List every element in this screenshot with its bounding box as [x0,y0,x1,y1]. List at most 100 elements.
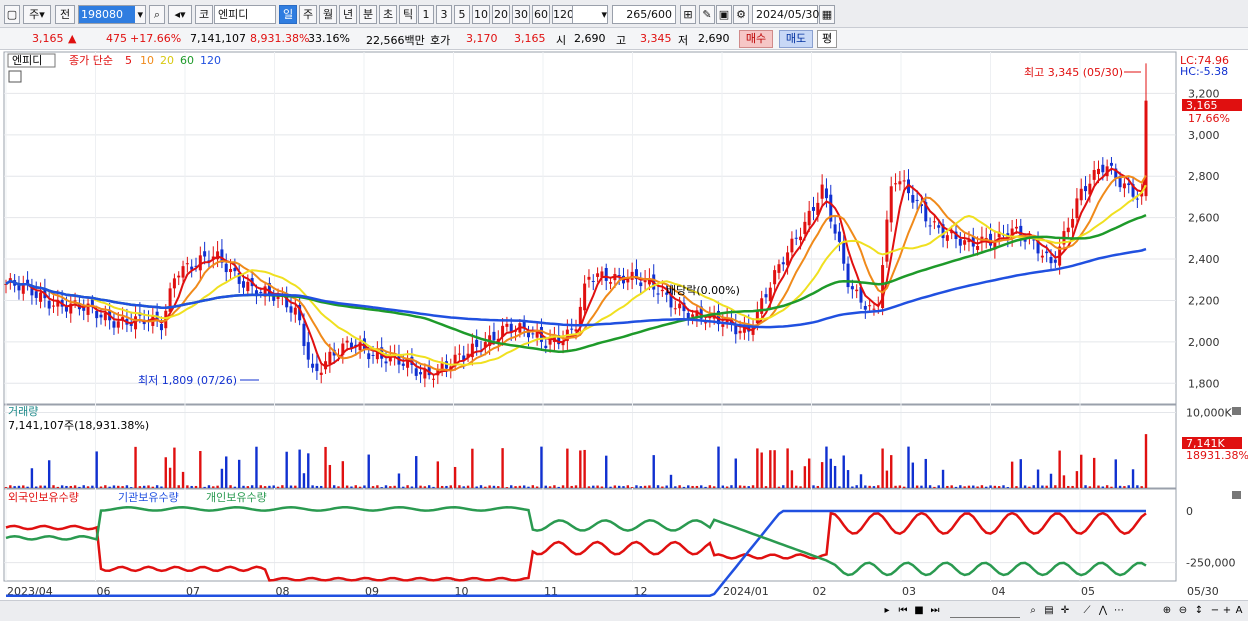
stock-code-input[interactable]: 198080 ▾ [78,5,146,24]
search-icon[interactable]: ⌕ [149,5,165,24]
volume-bar [91,485,94,488]
data-count-field[interactable]: 265/600 [612,5,676,24]
minute-button-5[interactable]: 5 [454,5,470,24]
font-size-icon[interactable]: A [1232,604,1246,618]
volume-bar [376,485,379,488]
candle-body [99,314,103,318]
indicator-icon[interactable]: ⊞ [680,5,696,24]
period-button-0[interactable]: 일 [279,5,297,24]
holdings-close-icon[interactable] [1232,491,1241,499]
volume-bar [1032,485,1035,488]
volume-bar [721,485,725,488]
chart-type-icon[interactable]: ▤ [1042,604,1056,618]
volume-bar [1067,485,1070,488]
zoom-out-icon[interactable]: ⊖ [1176,604,1190,618]
candle-body [1084,186,1088,192]
candle-body [34,291,38,298]
period-button-5[interactable]: 초 [379,5,397,24]
period-main-label: 주 [29,8,40,21]
forward-icon[interactable]: ⏭ [928,604,942,618]
volume-bar [544,485,547,488]
volume-bar [402,486,405,488]
period-button-2[interactable]: 월 [319,5,337,24]
minute-button-60[interactable]: 60 [532,5,550,24]
window-icon[interactable]: ▢ [4,5,20,24]
minute-button-10[interactable]: 10 [472,5,490,24]
volume-ratio: 8,931.38% [250,32,310,45]
volume-bar [1071,485,1074,488]
volume-bar [1075,471,1079,488]
speaker-icon[interactable]: ◂▾ [168,5,192,24]
candle-body [889,186,893,223]
stock-chart[interactable]: 1,8002,0002,2002,4002,6002,8003,0003,200… [0,50,1248,600]
candle-body [1109,162,1113,166]
volume-bar [168,467,172,488]
panel-menu-icon[interactable] [8,70,22,83]
calendar-icon[interactable]: ▦ [819,5,835,24]
sell-button[interactable]: 매도 [779,30,813,48]
volume-close-icon[interactable] [1232,407,1241,415]
average-button[interactable]: 평 [817,30,837,48]
volume-bar [522,485,526,488]
volume-bar [492,485,496,488]
volume-bar [548,486,552,488]
draw-tool-icon[interactable]: ✎ [699,5,715,24]
volume-bar [820,462,824,488]
period-button-1[interactable]: 주 [299,5,317,24]
ma-120-label: 120 [200,54,221,67]
volume-bar [760,452,763,488]
code-dropdown-icon[interactable]: ▾ [135,6,145,23]
candle-body [656,293,660,295]
period-blank-select[interactable]: ▾ [572,5,608,24]
zoom-in-icon[interactable]: ⊕ [1160,604,1174,618]
volume-bar [531,485,535,488]
volume-bar [894,485,897,488]
volume-bar [298,449,301,488]
stop-icon[interactable]: ■ [912,604,926,618]
date-field[interactable]: 2024/05/30 [752,5,819,24]
candle-body [289,306,293,313]
volume-bar [242,485,245,488]
candle-body [544,345,548,349]
period-button-6[interactable]: 틱 [399,5,417,24]
volume-bar [363,485,366,488]
minute-button-20[interactable]: 20 [492,5,510,24]
candle-body [833,224,837,234]
period-main-select[interactable]: 주▾ [23,5,51,24]
candle-body [1071,218,1075,228]
trend-icon[interactable]: ⟋ [1080,604,1094,618]
volume-bar [302,473,306,488]
drag-icon[interactable]: ↕ [1192,604,1206,618]
buy-button[interactable]: 매수 [739,30,773,48]
zoom-slider[interactable] [950,604,1020,618]
candle-body [384,361,388,364]
volume-bar [678,485,681,488]
search-zoom-icon[interactable]: ⌕ [1026,604,1040,618]
volume-bar [700,485,703,488]
minute-button-120[interactable]: 120 [552,5,574,24]
pattern-icon[interactable]: ⋀ [1096,604,1110,618]
volume-panel [3,404,1177,489]
volume-bar [574,485,578,488]
period-button-4[interactable]: 분 [359,5,377,24]
volume-bar [173,447,176,488]
minute-button-30[interactable]: 30 [512,5,530,24]
minute-button-1[interactable]: 1 [418,5,434,24]
change-arrow: ▲ [68,32,77,45]
candle-body [760,298,764,314]
minute-button-3[interactable]: 3 [436,5,452,24]
volume-bar [52,485,55,488]
save-icon[interactable]: ▣ [716,5,732,24]
scroll-right-icon[interactable]: ▸ [880,604,894,618]
stock-name-field[interactable]: 엔피디 [214,5,276,24]
gear-icon[interactable]: ⚙ [733,5,749,24]
volume-bar [1101,486,1105,488]
rewind-icon[interactable]: ⏮ [896,604,910,618]
volume-panel-title: 거래량 [8,405,38,418]
volume-bar [596,485,599,488]
prev-button[interactable]: 전 [55,5,75,24]
crosshair-icon[interactable]: ✛ [1058,604,1072,618]
ruler-icon[interactable]: ⋯ [1112,604,1126,618]
candle-body [457,353,461,355]
period-button-3[interactable]: 년 [339,5,357,24]
